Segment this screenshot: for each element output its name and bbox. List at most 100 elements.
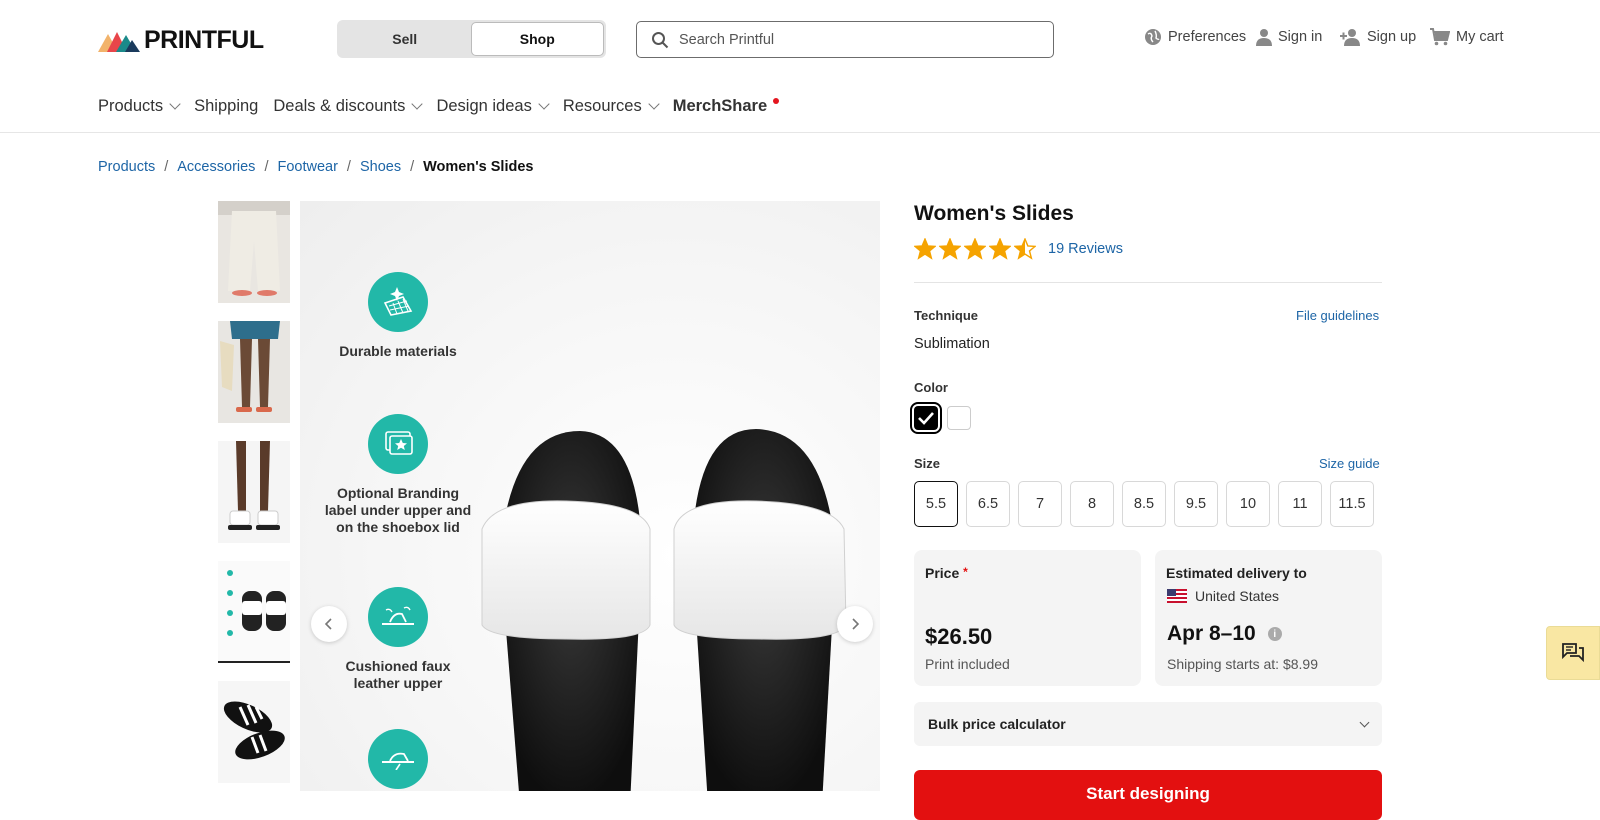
- size-option[interactable]: 9.5: [1174, 481, 1218, 527]
- thumbnail-5[interactable]: [218, 681, 290, 783]
- sign-up-link[interactable]: Sign up: [1339, 28, 1416, 46]
- model-skirt-image: [218, 321, 290, 423]
- breadcrumb-separator: /: [346, 159, 351, 175]
- model-white-slides-image: [218, 441, 290, 543]
- price-value: $26.50: [925, 624, 993, 649]
- preferences-link[interactable]: Preferences: [1144, 28, 1246, 46]
- nav-shipping-label: Shipping: [194, 96, 259, 115]
- breadcrumb-footwear[interactable]: Footwear: [277, 159, 337, 175]
- sell-toggle-button[interactable]: Sell: [339, 22, 471, 56]
- delivery-country[interactable]: United States: [1167, 588, 1279, 604]
- star-icon: [914, 238, 936, 260]
- breadcrumb-shoes[interactable]: Shoes: [360, 159, 401, 175]
- rating-stars: [914, 238, 1036, 260]
- nav-products[interactable]: Products: [98, 96, 181, 116]
- breadcrumb-separator: /: [264, 159, 269, 175]
- size-option[interactable]: 7: [1018, 481, 1062, 527]
- delivery-dates-row: Apr 8–10 i: [1167, 622, 1282, 646]
- size-option[interactable]: 11: [1278, 481, 1322, 527]
- user-icon: [1256, 29, 1272, 46]
- feature-branding-label: Optional Branding label under upper and …: [323, 414, 473, 536]
- breadcrumb-products[interactable]: Products: [98, 159, 155, 175]
- nav-deals[interactable]: Deals & discounts: [273, 97, 424, 116]
- reviews-link[interactable]: 19 Reviews: [1048, 241, 1123, 257]
- feature-sole: [323, 729, 473, 791]
- features-infographic-image: [218, 561, 290, 661]
- chevron-left-icon: [324, 618, 332, 630]
- cart-link[interactable]: My cart: [1430, 28, 1504, 46]
- technique-value: Sublimation: [914, 336, 990, 352]
- size-option[interactable]: 10: [1226, 481, 1270, 527]
- nav-design-ideas-label: Design ideas: [436, 96, 532, 115]
- nav-products-label: Products: [98, 96, 164, 115]
- search-box: [636, 21, 1054, 58]
- thumbnail-1[interactable]: [218, 201, 290, 303]
- slide-wind-icon: [368, 587, 428, 647]
- nav-shipping[interactable]: Shipping: [194, 97, 258, 116]
- search-icon: [652, 31, 669, 48]
- main-product-image: Durable materials Optional Branding labe…: [300, 201, 880, 791]
- striped-slides-image: [218, 681, 290, 783]
- breadcrumb-separator: /: [410, 159, 415, 175]
- thumbnail-2[interactable]: [218, 321, 290, 423]
- color-swatch-black-selected[interactable]: [910, 402, 942, 434]
- chat-button[interactable]: [1546, 626, 1600, 680]
- cart-icon: [1430, 28, 1450, 46]
- size-option-selected[interactable]: 5.5: [914, 481, 958, 527]
- sign-up-label: Sign up: [1367, 29, 1417, 45]
- shop-toggle-button[interactable]: Shop: [470, 22, 604, 56]
- product-rating: 19 Reviews: [914, 238, 1123, 260]
- size-option[interactable]: 8: [1070, 481, 1114, 527]
- file-guidelines-link[interactable]: File guidelines: [1296, 308, 1379, 323]
- feature-text: Durable materials: [339, 343, 457, 359]
- black-white-slides-image: [481, 429, 847, 791]
- top-header: PRINTFUL Sell Shop Preferences Sign in: [0, 0, 1600, 78]
- color-swatch-white[interactable]: [947, 406, 971, 430]
- sign-in-link[interactable]: Sign in: [1256, 28, 1322, 46]
- price-label: Price *: [925, 565, 968, 581]
- bulk-price-label: Bulk price calculator: [928, 716, 1066, 732]
- thumbnail-3[interactable]: [218, 441, 290, 543]
- delivery-label: Estimated delivery to: [1166, 565, 1307, 581]
- size-option[interactable]: 11.5: [1330, 481, 1374, 527]
- price-card: Price * $26.50 Print included: [914, 550, 1141, 686]
- nav-resources-label: Resources: [562, 96, 642, 115]
- feature-cushioned-upper: Cushioned faux leather upper: [323, 587, 473, 692]
- header-divider: [0, 132, 1600, 133]
- main-nav: Products Shipping Deals & discounts Desi…: [98, 95, 794, 117]
- add-user-icon: [1340, 29, 1360, 46]
- title-divider: [914, 282, 1382, 283]
- thumbnail-4-selected[interactable]: [218, 561, 290, 663]
- label-star-icon: [368, 414, 428, 474]
- chevron-right-icon: [852, 618, 860, 630]
- logo-text: PRINTFUL: [144, 26, 264, 54]
- search-input[interactable]: [679, 31, 1019, 48]
- us-flag-icon: [1167, 589, 1187, 603]
- bulk-price-calculator[interactable]: Bulk price calculator: [914, 702, 1382, 746]
- chevron-down-icon: [648, 98, 660, 110]
- logo-mountains-icon: [98, 31, 140, 52]
- prev-image-button[interactable]: [311, 606, 347, 642]
- info-icon[interactable]: i: [1267, 627, 1282, 641]
- nav-merchshare[interactable]: MerchShare: [673, 97, 780, 116]
- color-label: Color: [914, 380, 948, 395]
- next-image-button[interactable]: [837, 606, 873, 642]
- chevron-down-icon: [411, 98, 424, 110]
- nav-design-ideas[interactable]: Design ideas: [436, 96, 550, 116]
- size-option[interactable]: 6.5: [966, 481, 1010, 527]
- shipping-cost: Shipping starts at: $8.99: [1167, 656, 1318, 672]
- nav-resources[interactable]: Resources: [562, 96, 660, 116]
- sole-icon: [368, 729, 428, 789]
- delivery-country-name: United States: [1195, 588, 1280, 604]
- printful-logo[interactable]: PRINTFUL: [98, 26, 264, 55]
- feature-durable-materials: Durable materials: [323, 272, 473, 360]
- start-designing-button[interactable]: Start designing: [914, 770, 1382, 820]
- chevron-down-icon: [538, 98, 550, 110]
- star-icon: [989, 238, 1011, 260]
- price-asterisk: *: [963, 565, 968, 579]
- size-guide-link[interactable]: Size guide: [1319, 456, 1380, 471]
- chevron-down-icon: [1359, 717, 1370, 727]
- size-option[interactable]: 8.5: [1122, 481, 1166, 527]
- breadcrumb-accessories[interactable]: Accessories: [177, 159, 255, 175]
- breadcrumb-current: Women's Slides: [423, 159, 534, 175]
